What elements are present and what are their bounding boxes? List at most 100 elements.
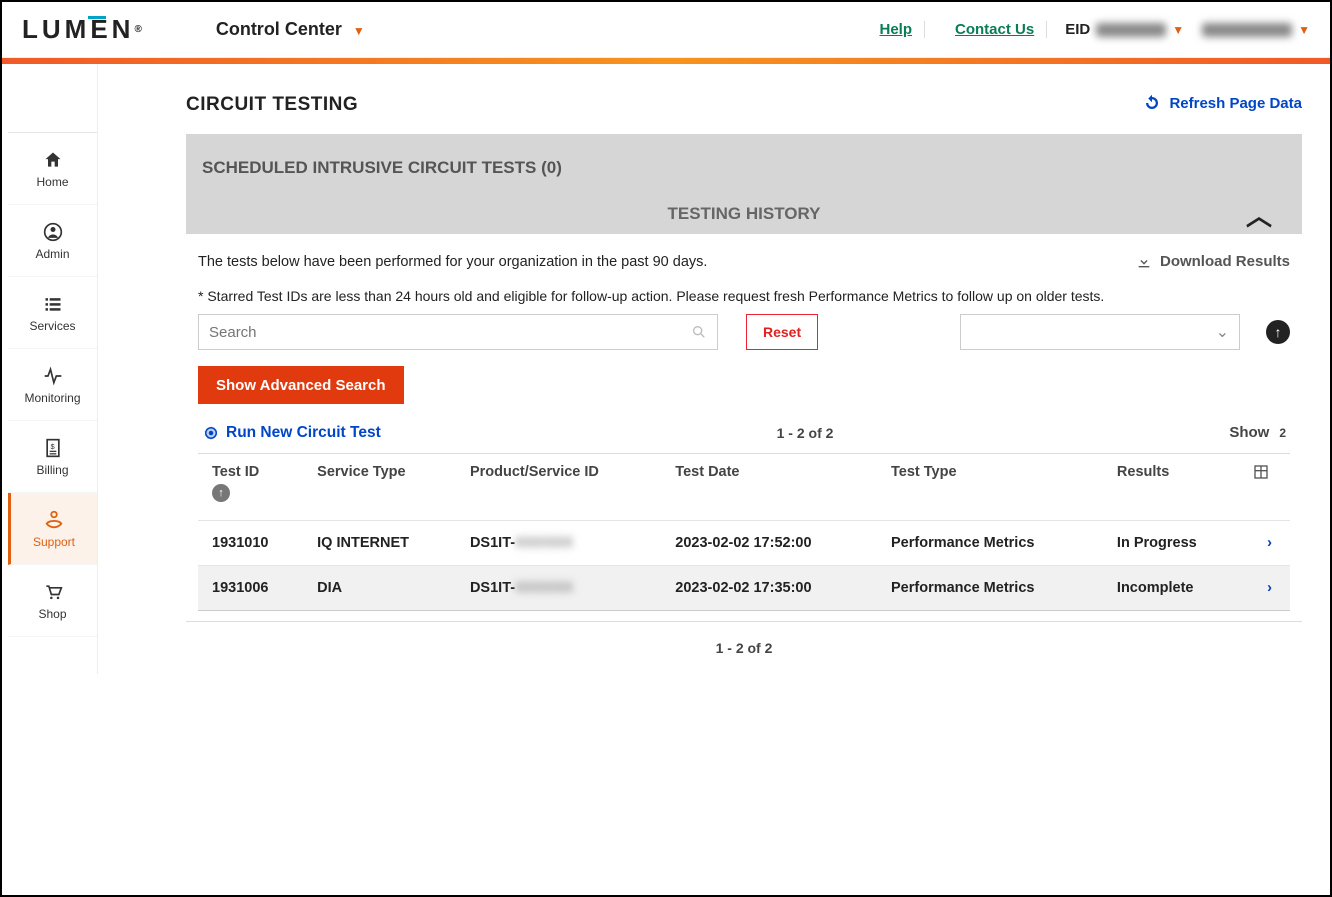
sidebar-item-services[interactable]: Services	[8, 277, 97, 349]
sidebar-item-label: Admin	[35, 247, 69, 261]
chevron-down-icon: ▼	[1298, 23, 1310, 37]
cell-test-date: 2023-02-02 17:35:00	[667, 566, 883, 611]
row-expand-button[interactable]: ›	[1245, 566, 1290, 611]
header-right: Help Contact Us EID ▼ ▼	[868, 21, 1311, 38]
pager-bottom: 1 - 2 of 2	[186, 622, 1302, 674]
search-icon	[691, 323, 707, 341]
table-actions-row: Run New Circuit Test 1 - 2 of 2 Show 2	[198, 422, 1290, 451]
download-label: Download Results	[1160, 253, 1290, 270]
chevron-up-icon[interactable]: ︿	[1246, 196, 1272, 233]
sidebar-item-monitoring[interactable]: Monitoring	[8, 349, 97, 421]
refresh-button[interactable]: Refresh Page Data	[1143, 94, 1302, 112]
main-content: CIRCUIT TESTING Refresh Page Data SCHEDU…	[97, 64, 1330, 674]
col-results[interactable]: Results	[1109, 454, 1245, 521]
cell-psid: DS1IT-XXXXXX	[462, 521, 667, 566]
top-header: LUMEN® Control Center ▼ Help Contact Us …	[2, 2, 1330, 58]
download-results-button[interactable]: Download Results	[1136, 253, 1290, 270]
refresh-icon	[1143, 94, 1161, 112]
cell-test-type: Performance Metrics	[883, 521, 1109, 566]
download-icon	[1136, 254, 1152, 270]
sidebar: Home Admin Services Monitoring $ Billing	[8, 132, 98, 674]
show-label: Show	[1229, 424, 1269, 441]
chevron-down-icon: ▼	[353, 24, 365, 38]
sidebar-item-label: Billing	[36, 463, 68, 477]
home-icon	[42, 148, 64, 171]
sidebar-item-admin[interactable]: Admin	[8, 205, 97, 277]
col-service-type[interactable]: Service Type	[309, 454, 462, 521]
search-input[interactable]	[209, 324, 691, 341]
eid-label: EID	[1065, 21, 1090, 38]
table-row: 1931010 IQ INTERNET DS1IT-XXXXXX 2023-02…	[198, 521, 1290, 566]
history-body: The tests below have been performed for …	[186, 234, 1302, 622]
cell-test-date: 2023-02-02 17:52:00	[667, 521, 883, 566]
chevron-down-icon: ⌄	[1216, 322, 1229, 342]
sidebar-item-shop[interactable]: Shop	[8, 565, 97, 637]
sidebar-item-label: Support	[33, 535, 75, 549]
table-row: 1931006 DIA DS1IT-XXXXXX 2023-02-02 17:3…	[198, 566, 1290, 611]
page-title: CIRCUIT TESTING	[186, 94, 358, 115]
svg-text:$: $	[50, 442, 55, 451]
run-new-test-button[interactable]: Run New Circuit Test	[202, 422, 381, 443]
show-count-control[interactable]: Show 2	[1229, 424, 1286, 441]
col-test-type[interactable]: Test Type	[883, 454, 1109, 521]
cell-test-type: Performance Metrics	[883, 566, 1109, 611]
sidebar-item-home[interactable]: Home	[8, 133, 97, 205]
invoice-icon: $	[43, 436, 63, 459]
logo: LUMEN®	[22, 14, 146, 45]
cell-service-type: IQ INTERNET	[309, 521, 462, 566]
col-psid[interactable]: Product/Service ID	[462, 454, 667, 521]
history-title: TESTING HISTORY	[667, 204, 820, 224]
search-row: Reset ⌄ ↑	[198, 314, 1290, 350]
gear-icon	[202, 422, 220, 443]
cell-results: Incomplete	[1109, 566, 1245, 611]
sidebar-item-label: Shop	[38, 607, 66, 621]
column-settings-button[interactable]	[1245, 454, 1290, 521]
col-test-id[interactable]: Test ID ↑	[198, 454, 309, 521]
col-test-date[interactable]: Test Date	[667, 454, 883, 521]
results-table: Test ID ↑ Service Type Product/Service I…	[198, 453, 1290, 611]
filter-dropdown[interactable]: ⌄	[960, 314, 1240, 350]
sidebar-item-billing[interactable]: $ Billing	[8, 421, 97, 493]
sidebar-item-support[interactable]: Support	[8, 493, 97, 565]
show-count: 2	[1279, 426, 1286, 440]
history-header[interactable]: TESTING HISTORY ︿	[202, 198, 1286, 234]
cell-psid: DS1IT-XXXXXX	[462, 566, 667, 611]
sidebar-item-label: Services	[29, 319, 75, 333]
app-switcher[interactable]: Control Center ▼	[216, 19, 365, 40]
note-text: * Starred Test IDs are less than 24 hour…	[198, 288, 1290, 304]
sidebar-item-label: Monitoring	[24, 391, 80, 405]
refresh-label: Refresh Page Data	[1169, 95, 1302, 112]
chevron-down-icon: ▼	[1172, 23, 1184, 37]
scheduled-title: SCHEDULED INTRUSIVE CIRCUIT TESTS (0)	[202, 148, 1286, 198]
pager-top: 1 - 2 of 2	[777, 425, 834, 441]
cart-icon	[42, 580, 64, 603]
cell-service-type: DIA	[309, 566, 462, 611]
advanced-search-button[interactable]: Show Advanced Search	[198, 366, 404, 404]
sidebar-item-label: Home	[36, 175, 68, 189]
user-menu[interactable]: ▼	[1202, 23, 1310, 37]
help-text: The tests below have been performed for …	[198, 254, 707, 270]
reset-button[interactable]: Reset	[746, 314, 818, 350]
support-icon	[43, 508, 65, 531]
eid-value-redacted	[1096, 23, 1166, 37]
list-icon	[42, 292, 64, 315]
cell-test-id: 1931006	[198, 566, 309, 611]
user-name-redacted	[1202, 23, 1292, 37]
scheduled-section: SCHEDULED INTRUSIVE CIRCUIT TESTS (0) TE…	[186, 134, 1302, 234]
activity-icon	[42, 364, 64, 387]
arrow-up-icon: ↑	[1275, 324, 1282, 340]
sort-asc-icon[interactable]: ↑	[212, 484, 230, 502]
row-expand-button[interactable]: ›	[1245, 521, 1290, 566]
cell-test-id: 1931010	[198, 521, 309, 566]
user-icon	[42, 220, 64, 243]
search-input-wrap[interactable]	[198, 314, 718, 350]
col-label: Test ID	[212, 464, 259, 480]
eid-menu[interactable]: EID ▼	[1065, 21, 1184, 38]
contact-link[interactable]: Contact Us	[943, 21, 1047, 38]
table-header-row: Test ID ↑ Service Type Product/Service I…	[198, 454, 1290, 521]
help-link[interactable]: Help	[868, 21, 926, 38]
run-new-label: Run New Circuit Test	[226, 424, 381, 442]
cell-results: In Progress	[1109, 521, 1245, 566]
app-name-label: Control Center	[216, 19, 342, 39]
sort-direction-button[interactable]: ↑	[1266, 320, 1290, 344]
